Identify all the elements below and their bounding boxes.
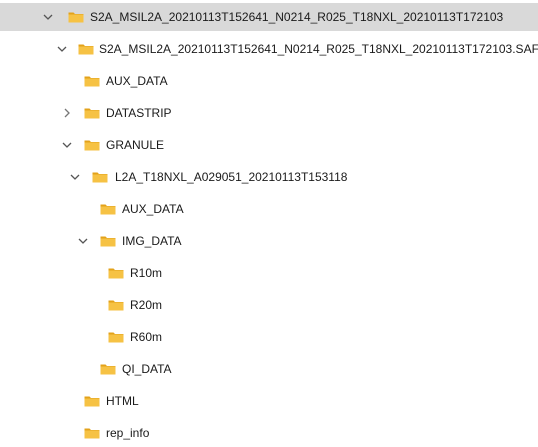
folder-icon (100, 203, 116, 215)
tree-item-label: S2A_MSIL2A_20210113T152641_N0214_R025_T1… (90, 10, 504, 24)
folder-icon (100, 363, 116, 375)
tree-item-label: DATASTRIP (106, 106, 172, 120)
tree-item-label: AUX_DATA (106, 74, 168, 88)
folder-icon (84, 139, 100, 151)
tree-item-r20m[interactable]: R20m (0, 291, 538, 319)
tree-item-safe[interactable]: S2A_MSIL2A_20210113T152641_N0214_R025_T1… (0, 35, 538, 63)
chevron-down-icon[interactable] (68, 170, 82, 184)
tree-item-label: L2A_T18NXL_A029051_20210113T153118 (115, 170, 348, 184)
folder-icon (84, 395, 100, 407)
folder-icon (108, 267, 124, 279)
folder-icon (78, 43, 94, 55)
folder-icon (100, 235, 116, 247)
tree-item-html[interactable]: HTML (0, 387, 538, 415)
folder-icon (92, 171, 108, 183)
chevron-down-icon[interactable] (76, 234, 90, 248)
tree-item-r10m[interactable]: R10m (0, 259, 538, 287)
tree-item-label: rep_info (106, 426, 150, 440)
tree-item-label: R20m (130, 298, 163, 312)
tree-item-aux-data-2[interactable]: AUX_DATA (0, 195, 538, 223)
folder-icon (84, 427, 100, 439)
tree-item-img-data[interactable]: IMG_DATA (0, 227, 538, 255)
tree-item-granule[interactable]: GRANULE (0, 131, 538, 159)
tree-item-aux-data[interactable]: AUX_DATA (0, 67, 538, 95)
folder-icon (68, 11, 84, 23)
tree-item-r60m[interactable]: R60m (0, 323, 538, 351)
folder-icon (108, 299, 124, 311)
tree-item-label: AUX_DATA (122, 202, 184, 216)
tree-item-label: IMG_DATA (122, 234, 182, 248)
tree-item-datastrip[interactable]: DATASTRIP (0, 99, 538, 127)
chevron-down-icon[interactable] (55, 42, 69, 56)
folder-icon (84, 75, 100, 87)
tree-item-root[interactable]: S2A_MSIL2A_20210113T152641_N0214_R025_T1… (0, 3, 538, 31)
tree-item-label: R10m (130, 266, 163, 280)
chevron-down-icon[interactable] (60, 138, 74, 152)
tree-item-label: QI_DATA (122, 362, 172, 376)
chevron-down-icon[interactable] (41, 10, 55, 24)
tree-item-l2a[interactable]: L2A_T18NXL_A029051_20210113T153118 (0, 163, 538, 191)
tree-item-qi-data[interactable]: QI_DATA (0, 355, 538, 383)
tree-item-label: R60m (130, 330, 163, 344)
folder-icon (108, 331, 124, 343)
tree-item-label: S2A_MSIL2A_20210113T152641_N0214_R025_T1… (99, 42, 538, 56)
folder-icon (84, 107, 100, 119)
tree-item-label: HTML (106, 394, 139, 408)
tree-item-rep-info[interactable]: rep_info (0, 419, 538, 447)
chevron-right-icon[interactable] (60, 106, 74, 120)
tree-item-label: GRANULE (106, 138, 165, 152)
